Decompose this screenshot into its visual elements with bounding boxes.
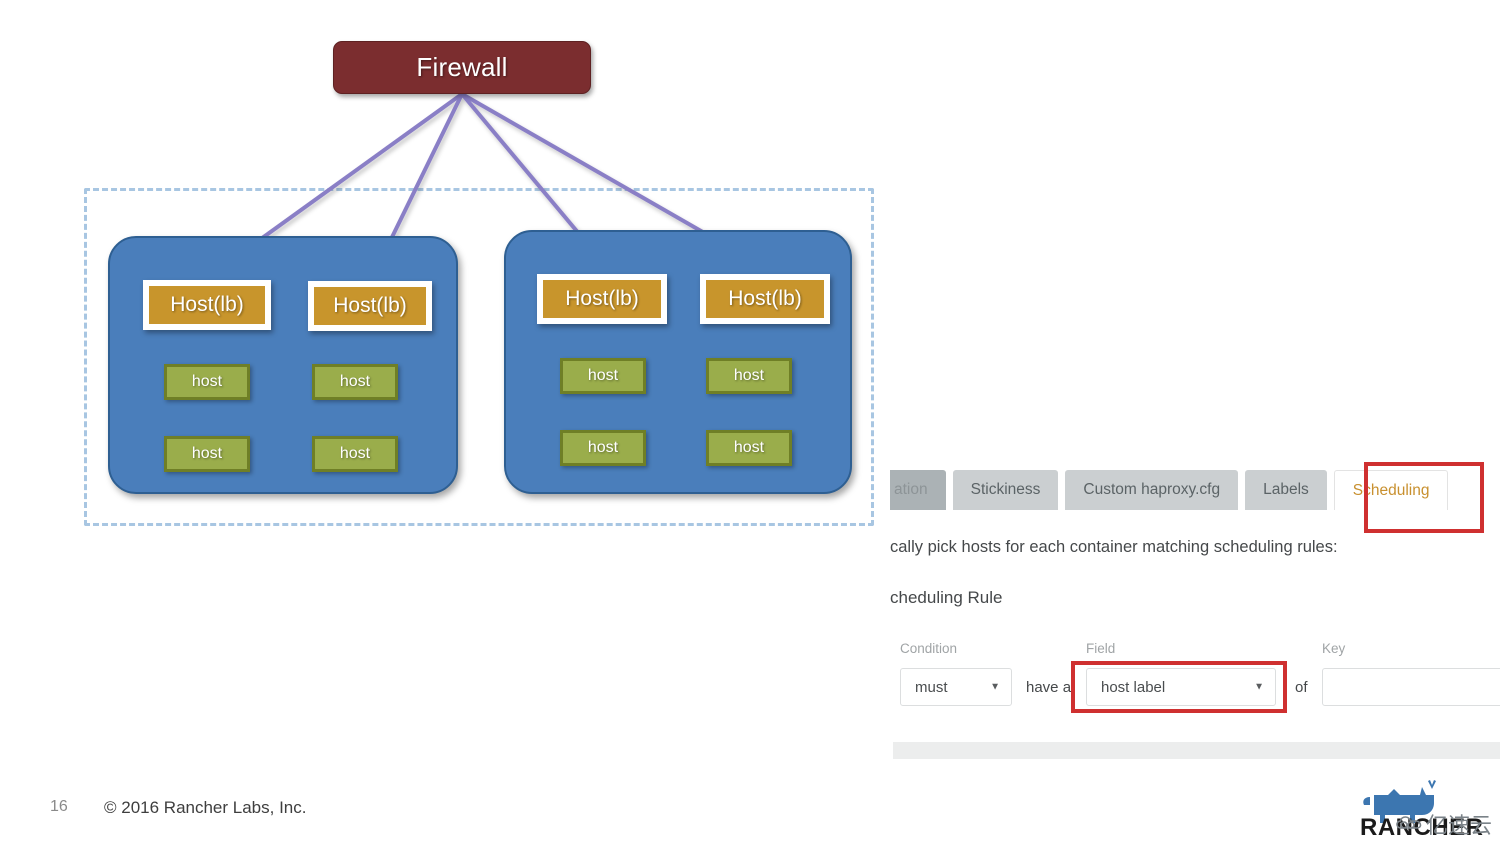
condition-select[interactable]: must ▼ bbox=[900, 668, 1012, 706]
tab-label: Custom haproxy.cfg bbox=[1083, 481, 1221, 498]
watermark-text: 亿速云 bbox=[1426, 814, 1493, 839]
tab-stickiness[interactable]: Stickiness bbox=[952, 470, 1059, 510]
key-label: Key bbox=[1322, 641, 1346, 656]
condition-label: Condition bbox=[900, 641, 958, 656]
condition-value: must bbox=[915, 678, 948, 696]
host-group-right bbox=[504, 230, 852, 494]
rancher-ui-panel: ation Stickiness Custom haproxy.cfg Labe… bbox=[890, 458, 1500, 770]
firewall-label: Firewall bbox=[416, 52, 508, 82]
field-select[interactable]: host label ▼ bbox=[1086, 668, 1276, 706]
tab-scheduling[interactable]: Scheduling bbox=[1333, 470, 1449, 510]
host-label: host bbox=[733, 367, 765, 384]
panel-footer-bar bbox=[893, 742, 1500, 759]
scheduling-intro-text: cally pick hosts for each container matc… bbox=[890, 538, 1338, 556]
lb-host-label: Host(lb) bbox=[565, 287, 639, 310]
tab-destination[interactable]: ation bbox=[890, 470, 946, 510]
scheduling-rule-row: Condition must ▼ have a Field host label… bbox=[890, 635, 1500, 713]
lb-host-right-1: Host(lb) bbox=[537, 274, 667, 324]
host-group-left bbox=[108, 236, 458, 494]
host-label: host bbox=[339, 445, 371, 462]
host-right-2: host bbox=[706, 358, 792, 394]
host-label: host bbox=[191, 445, 223, 462]
field-value: host label bbox=[1101, 678, 1166, 696]
connector-text: have a bbox=[1026, 679, 1072, 696]
lb-host-label: Host(lb) bbox=[170, 293, 244, 316]
lb-host-label: Host(lb) bbox=[333, 294, 407, 317]
tab-labels[interactable]: Labels bbox=[1245, 470, 1327, 510]
host-label: host bbox=[587, 367, 619, 384]
host-label: host bbox=[587, 439, 619, 456]
tab-label: Labels bbox=[1263, 481, 1309, 498]
host-label: host bbox=[191, 373, 223, 390]
slide-number: 16 bbox=[50, 798, 68, 815]
firewall-node: Firewall bbox=[333, 41, 591, 94]
cloud-icon bbox=[1396, 816, 1422, 829]
host-left-2: host bbox=[312, 364, 398, 400]
host-left-4: host bbox=[312, 436, 398, 472]
presentation-slide: Firewall Host(lb) Host(lb) host host hos… bbox=[0, 0, 890, 843]
copyright-notice: © 2016 Rancher Labs, Inc. bbox=[104, 798, 307, 817]
host-label: host bbox=[733, 439, 765, 456]
scheduling-rule-heading: cheduling Rule bbox=[890, 588, 1003, 607]
lb-host-right-2: Host(lb) bbox=[700, 274, 830, 324]
tab-label: Stickiness bbox=[970, 481, 1041, 498]
host-left-1: host bbox=[164, 364, 250, 400]
host-right-3: host bbox=[560, 430, 646, 466]
tab-label: Scheduling bbox=[1352, 481, 1430, 499]
lb-host-left-1: Host(lb) bbox=[143, 280, 271, 330]
settings-tab-bar: ation Stickiness Custom haproxy.cfg Labe… bbox=[890, 468, 1500, 510]
host-label: host bbox=[339, 373, 371, 390]
key-input[interactable] bbox=[1322, 668, 1500, 706]
lb-host-label: Host(lb) bbox=[728, 287, 802, 310]
site-watermark: 亿速云 bbox=[1396, 808, 1492, 840]
host-left-3: host bbox=[164, 436, 250, 472]
tab-custom-haproxy-cfg[interactable]: Custom haproxy.cfg bbox=[1065, 470, 1239, 510]
host-right-1: host bbox=[560, 358, 646, 394]
scheduling-panel-body: cally pick hosts for each container matc… bbox=[890, 510, 1500, 770]
chevron-down-icon: ▼ bbox=[990, 681, 1000, 693]
of-text: of bbox=[1295, 679, 1308, 696]
tab-label: ation bbox=[894, 481, 928, 498]
lb-host-left-2: Host(lb) bbox=[308, 281, 432, 331]
chevron-down-icon: ▼ bbox=[1254, 681, 1264, 693]
field-label: Field bbox=[1086, 641, 1116, 656]
host-right-4: host bbox=[706, 430, 792, 466]
slide-canvas: Firewall Host(lb) Host(lb) host host hos… bbox=[0, 0, 1500, 843]
